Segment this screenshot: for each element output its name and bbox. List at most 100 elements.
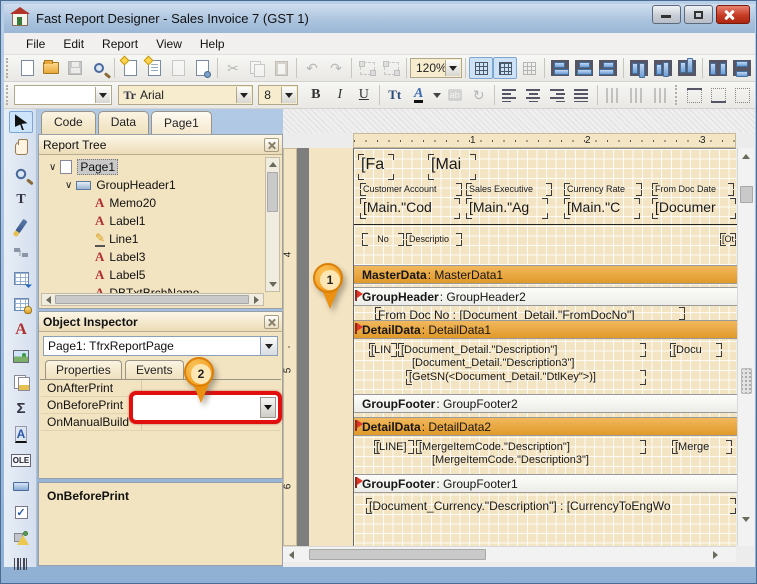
label-from-doc-date[interactable]: From Doc Date <box>652 183 734 196</box>
font-name-combo[interactable]: TrArial <box>118 85 253 105</box>
object-selector-combo[interactable]: Page1: TfrxReportPage <box>43 336 278 356</box>
space-vertically-button[interactable] <box>730 57 754 79</box>
zoom-caret-icon[interactable] <box>445 60 460 76</box>
memo-detail-description[interactable]: [Document_Detail."Description"] <box>398 343 646 357</box>
memo-detail-side[interactable]: [Docu <box>670 343 722 357</box>
tree-item-memo20[interactable]: AMemo20 <box>95 194 156 212</box>
save-report-button[interactable] <box>63 57 87 79</box>
highlight-button[interactable]: ab <box>443 84 467 106</box>
expander-icon[interactable]: ∨ <box>65 180 72 191</box>
field-main-code[interactable]: [Main."Cod <box>360 198 460 219</box>
barcode-object-tool[interactable] <box>9 553 33 575</box>
onbeforeprint-dropdown-button[interactable] <box>260 397 276 418</box>
font-size-combo[interactable]: 8 <box>258 85 298 105</box>
minimize-button[interactable] <box>652 5 681 24</box>
menu-report[interactable]: Report <box>94 35 146 53</box>
open-report-button[interactable] <box>39 57 63 79</box>
text-align-center-button[interactable] <box>522 84 546 106</box>
frame-left-button[interactable] <box>731 84 755 106</box>
memo-descriptio[interactable]: Descriptio <box>406 233 462 246</box>
toolbar-grip2[interactable] <box>6 85 12 105</box>
tree-item-label1[interactable]: ALabel1 <box>95 212 145 230</box>
memo-merge-description[interactable]: [MergeItemCode."Description"] <box>416 440 646 454</box>
memo-mai[interactable]: [Mai <box>428 154 476 180</box>
tree-vertical-scrollbar[interactable] <box>265 157 280 292</box>
text-style-button[interactable]: Tt <box>383 84 407 106</box>
tab-data[interactable]: Data <box>98 111 149 134</box>
toolbar-grip[interactable] <box>6 58 13 78</box>
zoom-tool[interactable] <box>9 163 33 185</box>
select-tool[interactable] <box>9 111 33 133</box>
memo-from-doc-no[interactable]: From Doc No : [Document_Detail."FromDocN… <box>375 307 685 320</box>
snap-to-grid-toggle[interactable] <box>493 57 517 79</box>
memo-merge-description3[interactable]: [MergeItemCode."Description3"] <box>432 454 589 466</box>
fit-to-grid-button[interactable] <box>517 57 541 79</box>
italic-button[interactable]: I <box>328 84 352 106</box>
memo-getsn[interactable]: [GetSN(<Document_Detail."DtlKey">)] <box>406 370 646 385</box>
paste-button[interactable] <box>269 57 293 79</box>
memo-currency-words[interactable]: [Document_Currency."Description"] : [Cur… <box>366 498 736 514</box>
tab-page1[interactable]: Page1 <box>151 111 212 134</box>
page-grid[interactable]: [Fa [Mai Customer Account Sales Executiv… <box>353 148 736 546</box>
frame-toolbar-grip[interactable] <box>675 85 681 105</box>
band-detaildata2[interactable]: DetailData: DetailData2 <box>354 417 737 436</box>
expander-icon[interactable]: ∨ <box>49 162 56 173</box>
object-inspector-close-icon[interactable] <box>264 315 279 329</box>
memo-fa[interactable]: [Fa <box>358 154 394 180</box>
report-page[interactable]: [Fa [Mai Customer Account Sales Executiv… <box>309 148 736 546</box>
memo-line-prefix[interactable]: [LIN <box>369 343 397 357</box>
underline-button[interactable]: U <box>352 84 376 106</box>
memo-no[interactable]: No <box>362 233 404 246</box>
preview-button[interactable] <box>87 57 111 79</box>
system-text-tool[interactable]: Σ <box>9 397 33 419</box>
align-right-edges-button[interactable] <box>596 57 620 79</box>
group-button[interactable] <box>355 57 379 79</box>
redo-button[interactable]: ↷ <box>324 57 348 79</box>
show-grid-toggle[interactable] <box>469 57 493 79</box>
memo-merge-side[interactable]: [Merge <box>672 440 732 454</box>
space-horizontally-button[interactable] <box>706 57 730 79</box>
insert-data-band-tool[interactable] <box>9 293 33 315</box>
band-tool[interactable] <box>9 241 33 263</box>
label-currency-rate[interactable]: Currency Rate <box>564 183 642 196</box>
insert-band-tool[interactable] <box>9 267 33 289</box>
band-groupfooter2[interactable]: GroupFooter: GroupFooter2 <box>354 394 737 413</box>
ungroup-button[interactable] <box>379 57 403 79</box>
bold-button[interactable]: B <box>304 84 328 106</box>
align-h-centers-button[interactable] <box>572 57 596 79</box>
draw-text-tool[interactable]: A <box>9 423 33 445</box>
tab-properties[interactable]: Properties <box>45 360 122 379</box>
band-masterdata1[interactable]: MasterData: MasterData1 <box>354 265 737 284</box>
shapes-object-tool[interactable] <box>9 527 33 549</box>
text-align-justify-button[interactable] <box>570 84 594 106</box>
frame-bottom-button[interactable] <box>707 84 731 106</box>
format-painter-tool[interactable] <box>9 215 33 237</box>
line-object[interactable] <box>354 224 737 225</box>
subreport-object-tool[interactable] <box>9 371 33 393</box>
new-report-button[interactable] <box>15 57 39 79</box>
align-v-centers-button[interactable] <box>651 57 675 79</box>
field-main-currency[interactable]: [Main."C <box>564 198 640 219</box>
tree-item-label3[interactable]: ALabel3 <box>95 248 145 266</box>
field-main-agent[interactable]: [Main."Ag <box>466 198 548 219</box>
label-sales-executive[interactable]: Sales Executive <box>466 183 552 196</box>
hand-tool[interactable] <box>9 137 33 159</box>
tree-horizontal-scrollbar[interactable] <box>41 293 264 306</box>
design-horizontal-scrollbar[interactable] <box>283 546 736 562</box>
picture-object-tool[interactable] <box>9 345 33 367</box>
memo-line2-prefix[interactable]: [LINE] <box>374 440 414 454</box>
ole-object-tool[interactable]: OLE <box>9 449 33 471</box>
splitter-grip[interactable] <box>741 368 752 394</box>
menu-file[interactable]: File <box>18 35 53 53</box>
menu-edit[interactable]: Edit <box>55 35 92 53</box>
text-align-left-button[interactable] <box>498 84 522 106</box>
font-color-dropdown[interactable] <box>431 84 443 106</box>
band-groupheader2[interactable]: GroupHeader: GroupHeader2 <box>354 287 737 306</box>
field-document-date[interactable]: [Documer <box>652 198 736 219</box>
label-customer-account[interactable]: Customer Account <box>360 183 462 196</box>
new-page-button[interactable] <box>118 57 142 79</box>
object-selector-caret-icon[interactable] <box>260 337 277 355</box>
tab-events[interactable]: Events <box>125 360 184 379</box>
tree-item-line1[interactable]: ✎Line1 <box>95 230 138 248</box>
zoom-combo[interactable]: 120% <box>410 58 462 78</box>
